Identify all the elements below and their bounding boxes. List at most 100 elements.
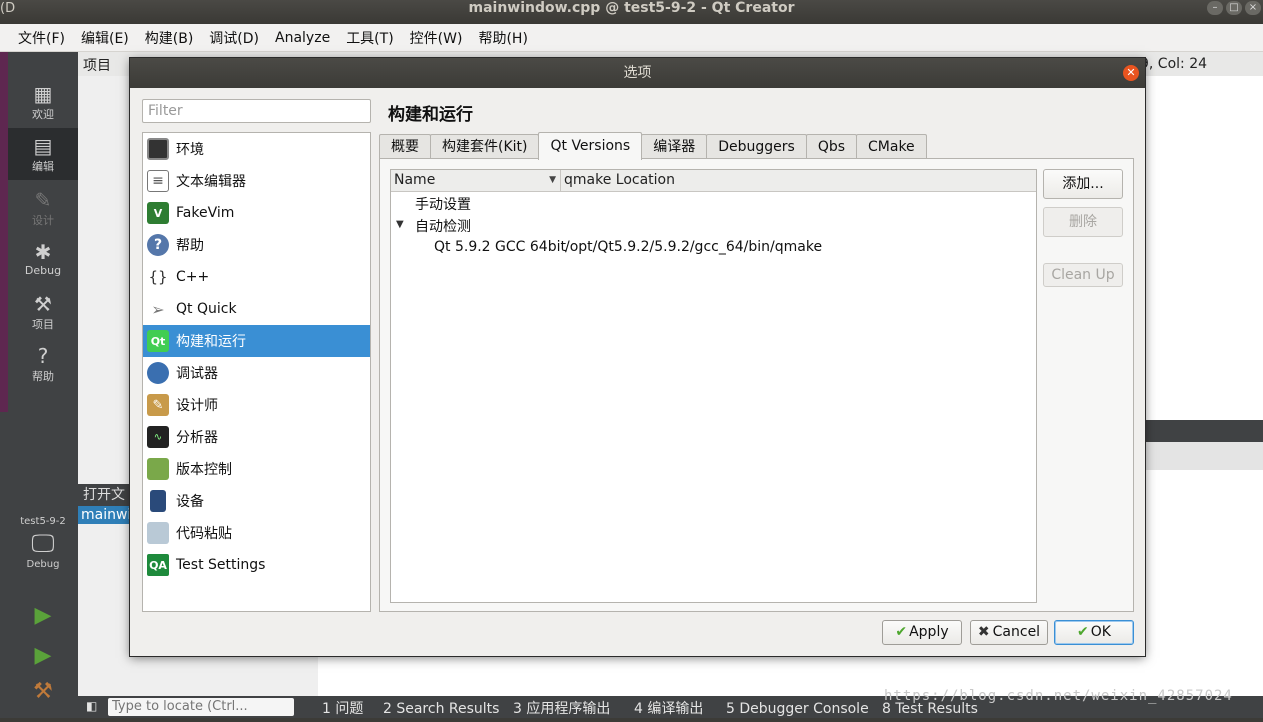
apply-button[interactable]: ✔ Apply: [882, 620, 962, 645]
menu-build[interactable]: 构建(B): [137, 28, 202, 48]
category-label: 设计师: [176, 398, 218, 414]
category-environment[interactable]: 环境: [143, 133, 370, 165]
locator-input[interactable]: [108, 698, 294, 716]
maximize-icon[interactable]: □: [1226, 1, 1242, 15]
tab-overview[interactable]: 概要: [379, 134, 431, 159]
mode-design[interactable]: ✎ 设计: [8, 188, 78, 228]
category-qtquick[interactable]: ➢ Qt Quick: [143, 293, 370, 325]
category-label: FakeVim: [176, 205, 235, 221]
ok-label: OK: [1090, 624, 1111, 640]
mode-projects[interactable]: ⚒ 项目: [8, 292, 78, 332]
column-header-name[interactable]: Name ▼: [391, 170, 561, 191]
pane-compile-output[interactable]: 4 编译输出: [634, 696, 703, 722]
qt-versions-panel: Name ▼ qmake Location 手动设置 ▼ 自动检测 Qt 5.9…: [379, 158, 1134, 612]
menu-file[interactable]: 文件(F): [10, 28, 73, 48]
category-designer[interactable]: ✎ 设计师: [143, 389, 370, 421]
check-icon: ✔: [895, 624, 908, 640]
qa-icon: QA: [147, 554, 169, 576]
tree-row-qt-version-name[interactable]: Qt 5.9.2 GCC 64bit: [434, 239, 566, 255]
tab-kits[interactable]: 构建套件(Kit): [430, 134, 540, 159]
toggle-sidebar-icon[interactable]: ◧: [86, 699, 97, 713]
text-editor-icon: ≡: [147, 170, 169, 192]
dialog-close-icon[interactable]: ✕: [1123, 65, 1139, 81]
cancel-button[interactable]: ✖ Cancel: [970, 620, 1048, 645]
mode-sidebar: ▦ 欢迎 ▤ 编辑 ✎ 设计 ✱ Debug ⚒ 项目 ? 帮助 test5-9…: [0, 52, 78, 718]
sidebar-accent-strip: [0, 52, 8, 412]
run-button[interactable]: ▶: [8, 604, 78, 628]
category-label: 帮助: [176, 238, 204, 254]
project-pane-label: 项目: [83, 58, 111, 74]
category-cpp[interactable]: {} C++: [143, 261, 370, 293]
pencil-icon: ✎: [34, 188, 52, 212]
menu-debug[interactable]: 调试(D): [201, 28, 267, 48]
version-control-icon: [147, 458, 169, 480]
minimize-icon[interactable]: –: [1207, 1, 1223, 15]
run-icon: ▶: [34, 603, 52, 628]
build-button[interactable]: ⚒: [8, 680, 78, 704]
category-fakevim[interactable]: V FakeVim: [143, 197, 370, 229]
mode-help-label: 帮助: [32, 370, 54, 383]
tab-cmake[interactable]: CMake: [856, 134, 927, 159]
category-devices[interactable]: 设备: [143, 485, 370, 517]
tab-debuggers[interactable]: Debuggers: [706, 134, 807, 159]
tab-compilers[interactable]: 编译器: [641, 134, 708, 159]
menu-help[interactable]: 帮助(H): [470, 28, 535, 48]
menu-controls[interactable]: 控件(W): [402, 28, 471, 48]
mode-help[interactable]: ? 帮助: [8, 344, 78, 384]
pane-search-results[interactable]: 2 Search Results: [383, 696, 499, 722]
column-header-qmake-location[interactable]: qmake Location: [564, 170, 675, 191]
mode-edit[interactable]: ▤ 编辑: [8, 128, 78, 180]
qt-versions-tree[interactable]: Name ▼ qmake Location 手动设置 ▼ 自动检测 Qt 5.9…: [390, 169, 1037, 603]
kit-selector[interactable]: test5-9-2 🖵 Debug: [8, 516, 78, 570]
tree-header: Name ▼ qmake Location: [391, 170, 1036, 192]
tab-qbs[interactable]: Qbs: [805, 134, 858, 159]
expand-arrow-icon[interactable]: ▼: [396, 219, 404, 230]
cleanup-button[interactable]: Clean Up: [1043, 263, 1123, 287]
debug-run-button[interactable]: ▶: [8, 644, 78, 668]
category-build-run[interactable]: Qt 构建和运行: [143, 325, 370, 357]
category-label: C++: [176, 269, 210, 285]
filter-input[interactable]: [142, 99, 371, 123]
category-label: 调试器: [176, 366, 218, 382]
category-list: 环境 ≡ 文本编辑器 V FakeVim ? 帮助 {} C++ ➢ Qt Qu…: [142, 132, 371, 612]
braces-icon: {}: [147, 266, 169, 288]
grid-icon: ▦: [33, 82, 53, 106]
mode-edit-label: 编辑: [32, 160, 54, 173]
debug-run-icon: ▶: [34, 643, 52, 668]
category-version-control[interactable]: 版本控制: [143, 453, 370, 485]
close-window-icon[interactable]: ×: [1245, 1, 1261, 15]
tree-group-manual[interactable]: 手动设置: [415, 194, 471, 214]
watermark-text: https://blog.csdn.net/weixin_42857024: [884, 688, 1233, 704]
add-button[interactable]: 添加...: [1043, 169, 1123, 199]
category-label: 设备: [176, 494, 204, 510]
bug-icon: ✱: [34, 240, 52, 264]
pane-issues[interactable]: 1 问题: [322, 696, 363, 722]
category-test-settings[interactable]: QA Test Settings: [143, 549, 370, 581]
sort-indicator-icon: ▼: [549, 175, 556, 185]
pane-debugger-console[interactable]: 5 Debugger Console: [726, 696, 869, 722]
menu-tools[interactable]: 工具(T): [338, 28, 401, 48]
menu-edit[interactable]: 编辑(E): [73, 28, 137, 48]
category-analyzer[interactable]: ∿ 分析器: [143, 421, 370, 453]
remove-button[interactable]: 删除: [1043, 207, 1123, 237]
debugger-icon: [147, 362, 169, 384]
tab-qt-versions[interactable]: Qt Versions: [538, 132, 643, 160]
mode-debug[interactable]: ✱ Debug: [8, 240, 78, 277]
category-text-editor[interactable]: ≡ 文本编辑器: [143, 165, 370, 197]
mode-projects-label: 项目: [32, 318, 54, 331]
cancel-label: Cancel: [992, 624, 1041, 640]
ok-button[interactable]: ✔ OK: [1054, 620, 1134, 645]
mode-welcome-label: 欢迎: [32, 108, 54, 121]
check-icon: ✔: [1077, 624, 1089, 640]
mode-welcome[interactable]: ▦ 欢迎: [8, 82, 78, 122]
category-label: Qt Quick: [176, 301, 237, 317]
category-code-paste[interactable]: 代码粘贴: [143, 517, 370, 549]
category-debugger[interactable]: 调试器: [143, 357, 370, 389]
column-header-name-label: Name: [394, 172, 436, 188]
category-help[interactable]: ? 帮助: [143, 229, 370, 261]
kit-project-name: test5-9-2: [20, 516, 66, 527]
tree-group-auto[interactable]: 自动检测: [415, 216, 471, 236]
category-label: 分析器: [176, 430, 218, 446]
pane-app-output[interactable]: 3 应用程序输出: [513, 696, 610, 722]
menu-analyze[interactable]: Analyze: [267, 30, 338, 46]
